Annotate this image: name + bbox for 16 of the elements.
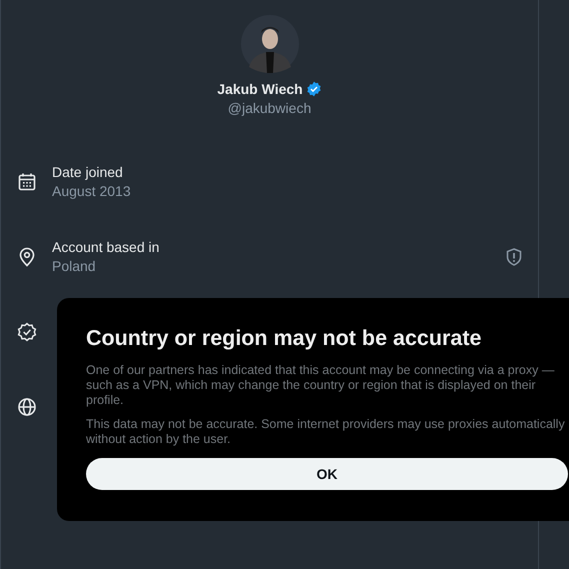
- location-pin-icon: [17, 246, 37, 266]
- dialog-title: Country or region may not be accurate: [86, 326, 482, 351]
- dialog-paragraph: This data may not be accurate. Some internet providers may use proxies automatically without action by the user.: [86, 417, 566, 447]
- display-name: Jakub Wiech: [217, 81, 303, 97]
- detail-value: Poland: [52, 258, 96, 274]
- verified-icon: [17, 322, 37, 342]
- shield-alert-icon[interactable]: [506, 248, 522, 266]
- detail-label: Date joined: [52, 164, 123, 180]
- globe-icon: [17, 396, 37, 416]
- calendar-icon: [17, 172, 37, 192]
- dialog-paragraph: One of our partners has indicated that this account may be connecting via a proxy — such as a VPN, which may change the country or region that is displayed on their profile.: [86, 363, 556, 408]
- ok-button[interactable]: OK: [86, 458, 568, 490]
- avatar: [240, 15, 298, 73]
- detail-value: August 2013: [52, 183, 131, 199]
- detail-label: Account based in: [52, 239, 160, 255]
- username: @jakubwiech: [228, 100, 312, 116]
